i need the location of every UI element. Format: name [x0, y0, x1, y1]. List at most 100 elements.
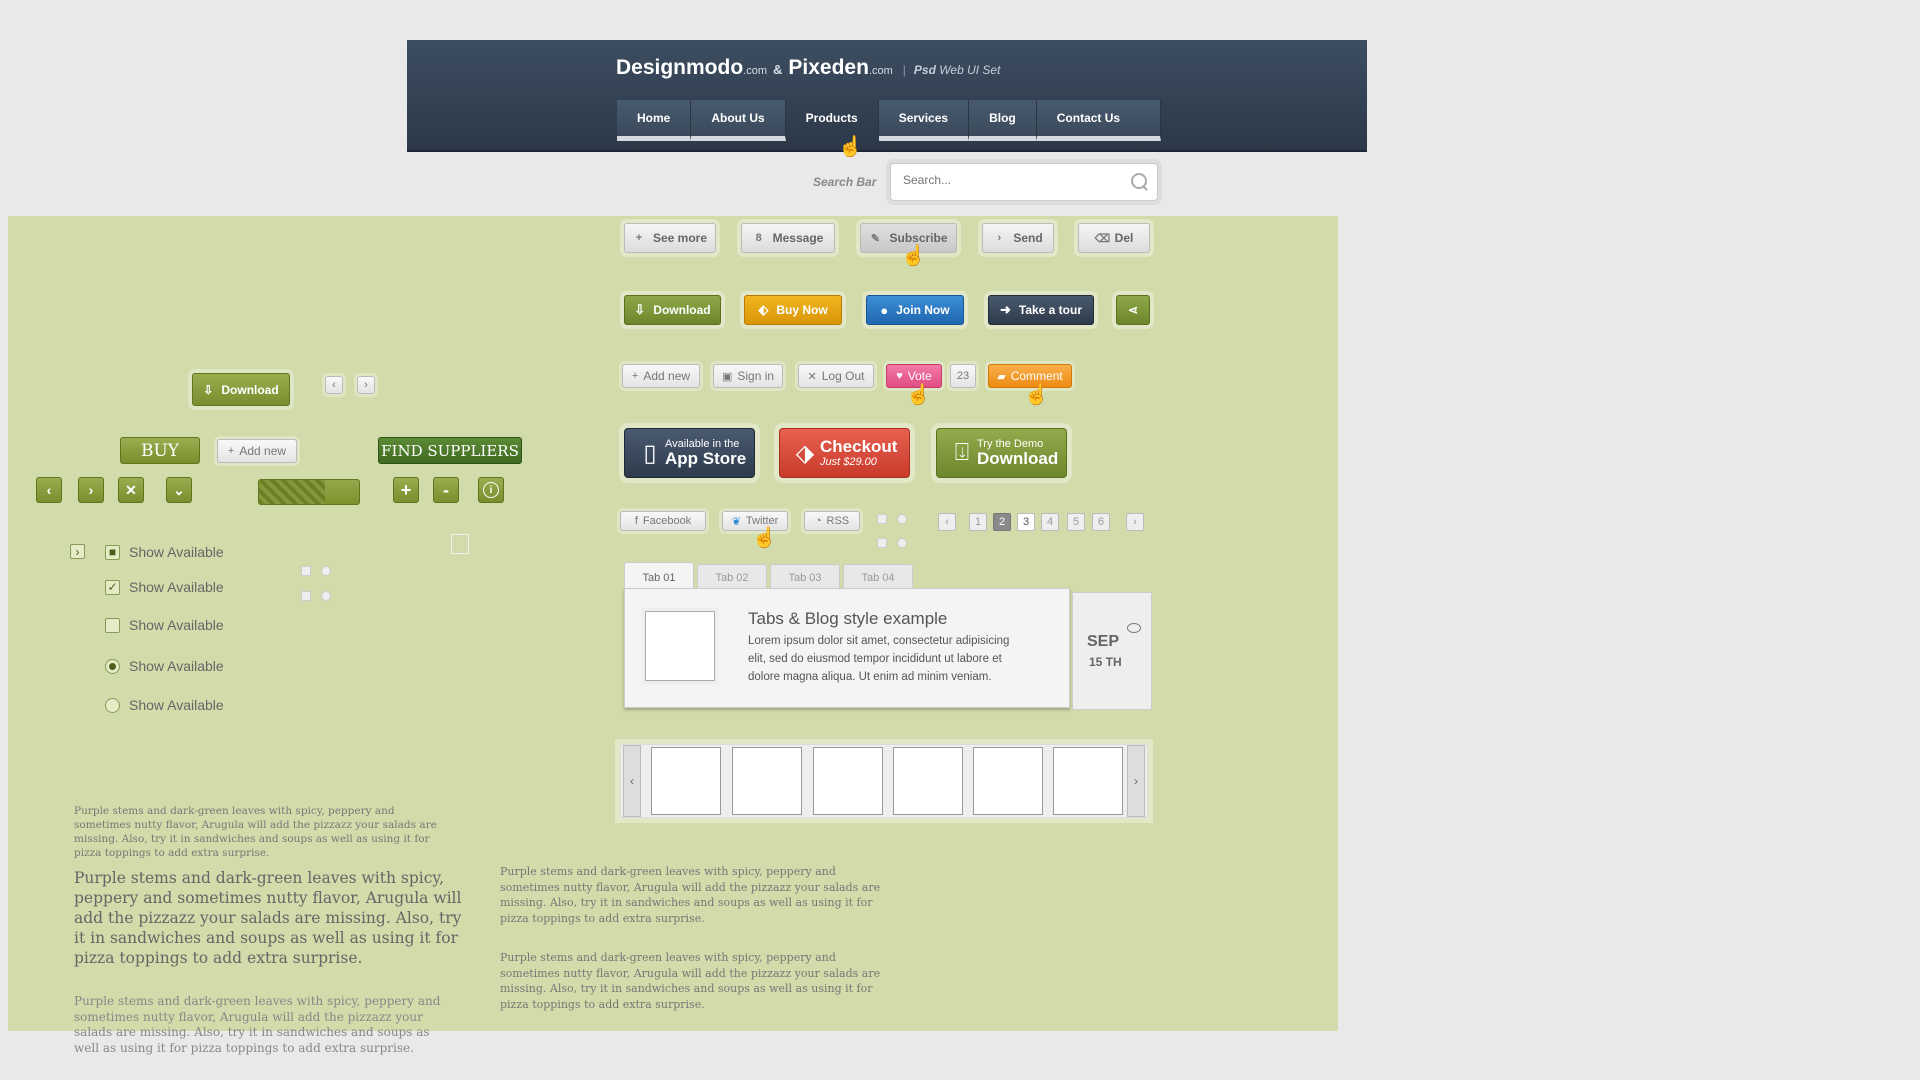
brand-pixeden[interactable]: Pixeden — [788, 56, 869, 79]
message-count-badge: 8 — [755, 232, 762, 244]
delete-button[interactable]: ⌫ Del — [1078, 223, 1150, 253]
log-out-label: Log Out — [821, 369, 865, 383]
carousel-thumb[interactable] — [813, 747, 883, 815]
cursor-hand-icon: ☝ — [752, 527, 777, 549]
pager-page-3[interactable]: 3 — [1017, 513, 1035, 531]
see-more-button[interactable]: + See more — [624, 223, 716, 253]
checkbox-mini[interactable] — [301, 591, 311, 601]
demo-download-button[interactable]: ⍗ Try the Demo Download — [936, 428, 1067, 478]
nav-blog[interactable]: Blog — [969, 100, 1037, 141]
speech-bubble-icon: ▰ — [997, 370, 1006, 383]
info-button[interactable]: i — [478, 477, 504, 503]
vote-count: 23 — [950, 364, 976, 388]
download-label: Download — [653, 303, 711, 317]
brand-suffix: .com — [743, 65, 768, 77]
nav-about-us[interactable]: About Us — [691, 100, 786, 141]
find-suppliers-button[interactable]: FIND SUPPLIERS — [378, 437, 522, 464]
close-icon[interactable]: ✕ — [118, 477, 144, 503]
search-icon[interactable] — [1131, 173, 1147, 189]
carousel-thumb[interactable] — [973, 747, 1043, 815]
log-out-button[interactable]: ✕ Log Out — [798, 364, 874, 388]
carousel-thumb[interactable] — [732, 747, 802, 815]
radio-unselected[interactable] — [105, 697, 120, 713]
pager-page-4[interactable]: 4 — [1041, 513, 1059, 531]
checkbox-checked[interactable]: ✓ — [105, 579, 120, 595]
left-add-new-button[interactable]: + Add new — [217, 439, 297, 463]
radio-selected[interactable] — [105, 658, 120, 674]
share-button[interactable]: ⋖ — [1116, 295, 1150, 325]
left-download-label: Download — [221, 382, 279, 397]
carousel-thumb[interactable] — [651, 747, 721, 815]
radio-row[interactable]: Show Available — [105, 697, 224, 713]
checkout-button[interactable]: ⬗ Checkout Just $29.00 — [779, 428, 910, 478]
comment-label: Comment — [1010, 369, 1063, 383]
checkbox-row[interactable]: Show Available — [105, 617, 224, 633]
plus-button[interactable]: + — [393, 477, 419, 503]
join-now-button[interactable]: ● Join Now — [866, 295, 964, 325]
checkbox-mini[interactable] — [877, 514, 887, 524]
buy-button[interactable]: BUY — [120, 437, 200, 464]
pager-page-6[interactable]: 6 — [1092, 513, 1110, 531]
pager-page-5[interactable]: 5 — [1067, 513, 1085, 531]
checkbox-mini[interactable] — [877, 538, 887, 548]
radio-row[interactable]: Show Available — [105, 658, 224, 674]
checkbox-mini[interactable] — [301, 566, 311, 576]
message-button[interactable]: 8 Message — [741, 223, 835, 253]
app-store-button[interactable]: ▯ Available in the App Store — [624, 428, 755, 478]
chevron-left-icon[interactable]: ‹ — [36, 477, 62, 503]
pager-page-2[interactable]: 2 — [993, 513, 1011, 531]
left-next-icon[interactable]: › — [357, 376, 375, 394]
tab-04[interactable]: Tab 04 — [843, 564, 913, 590]
pager-page-1[interactable]: 1 — [969, 513, 987, 531]
checkbox-row[interactable]: ✓ Show Available — [105, 579, 224, 595]
take-a-tour-label: Take a tour — [1018, 303, 1083, 317]
brand-subtitle: Psd Web UI Set — [914, 63, 1001, 77]
nav-products[interactable]: Products — [786, 100, 879, 141]
pager-prev[interactable]: ‹ — [938, 513, 956, 531]
radio-mini[interactable] — [321, 566, 331, 576]
left-prev-icon[interactable]: ‹ — [325, 376, 343, 394]
take-a-tour-button[interactable]: ➜ Take a tour — [988, 295, 1094, 325]
rss-button[interactable]: ◔ RSS — [804, 511, 860, 531]
send-button[interactable]: › Send — [982, 223, 1054, 253]
buy-now-button[interactable]: ⬖ Buy Now — [744, 295, 842, 325]
checkbox-row[interactable]: ■ Show Available — [105, 544, 224, 560]
nav-services[interactable]: Services — [878, 100, 970, 141]
user-icon: ● — [880, 302, 889, 318]
carousel-next-icon[interactable]: › — [1127, 745, 1145, 817]
search-input[interactable] — [901, 172, 1115, 188]
radio-mini[interactable] — [897, 538, 907, 548]
carousel-prev-icon[interactable]: ‹ — [623, 745, 641, 817]
facebook-button[interactable]: f Facebook — [620, 511, 706, 531]
checkbox-indeterminate[interactable]: ■ — [105, 544, 120, 560]
nav-contact-us[interactable]: Contact Us — [1036, 100, 1162, 141]
carousel-thumb[interactable] — [893, 747, 963, 815]
brand-designmodo[interactable]: Designmodo — [616, 56, 743, 79]
checkbox-label: Show Available — [129, 617, 224, 633]
chevron-right-icon: › — [997, 232, 1002, 244]
sign-in-button[interactable]: ▣ Sign in — [713, 364, 783, 388]
heart-icon: ♥ — [896, 370, 903, 382]
comment-bubble-icon[interactable] — [1127, 623, 1141, 633]
radio-mini[interactable] — [897, 514, 907, 524]
minus-button[interactable]: - — [433, 477, 459, 503]
tab-02[interactable]: Tab 02 — [697, 564, 767, 590]
download-button[interactable]: ⇩ Download — [624, 295, 721, 325]
date-month: SEP — [1087, 633, 1120, 650]
add-new-button[interactable]: + Add new — [622, 364, 700, 388]
chevron-down-icon[interactable]: ⌄ — [166, 477, 192, 503]
send-label: Send — [1013, 231, 1043, 245]
nav-home[interactable]: Home — [617, 100, 692, 141]
date-day: 15 TH — [1089, 655, 1122, 669]
plus-icon: + — [631, 370, 639, 382]
radio-mini[interactable] — [321, 591, 331, 601]
tag-icon: ⬖ — [758, 302, 769, 317]
brand-subtitle-text: Web UI Set — [939, 63, 1001, 77]
checkbox-unchecked[interactable] — [105, 617, 120, 633]
pager-next[interactable]: › — [1126, 513, 1144, 531]
left-download-button[interactable]: ⇩ Download — [192, 373, 290, 406]
expand-arrow-icon[interactable]: › — [70, 544, 85, 559]
chevron-right-icon[interactable]: › — [78, 477, 104, 503]
tab-03[interactable]: Tab 03 — [770, 564, 840, 590]
carousel-thumb[interactable] — [1053, 747, 1123, 815]
